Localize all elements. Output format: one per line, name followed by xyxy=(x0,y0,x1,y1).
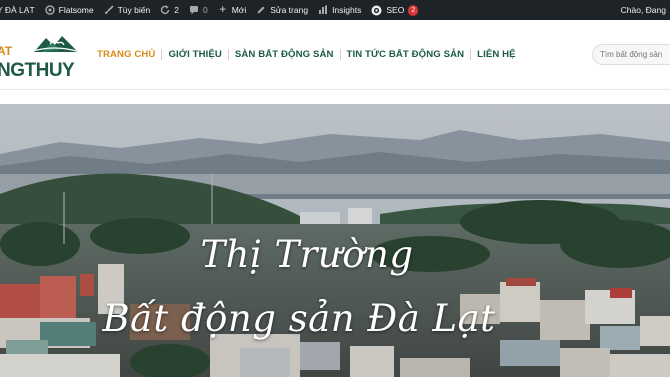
nav-real-estate-floor[interactable]: SÀN BẤT ĐỘNG SẢN xyxy=(229,49,340,60)
nav-home[interactable]: TRANG CHỦ xyxy=(97,49,161,60)
seo-menu[interactable]: SEO 2 xyxy=(366,0,423,20)
insights-menu[interactable]: Insights xyxy=(313,0,366,20)
greeting-label: Chào, Đang xyxy=(620,5,666,15)
hero-banner: Thị Trường Bất động sản Đà Lạt xyxy=(0,104,670,377)
nav-about[interactable]: GIỚI THIỆU xyxy=(162,49,227,60)
bar-chart-icon xyxy=(318,5,328,15)
refresh-icon xyxy=(160,5,170,15)
logo-text-top: AT xyxy=(0,44,13,58)
hero-heading-line1: Thị Trường xyxy=(200,233,414,276)
edit-page-menu[interactable]: Sửa trang xyxy=(251,0,313,20)
logo-text-main: NGTHUY xyxy=(0,60,75,81)
customize-label: Tùy biến xyxy=(117,5,151,15)
site-logo[interactable]: AT NGTHUY xyxy=(0,30,84,88)
seo-gear-icon xyxy=(371,5,382,16)
account-menu[interactable]: Chào, Đang xyxy=(616,0,670,20)
site-name-label: Y ĐÀ LẠT xyxy=(0,5,35,15)
seo-badge: 2 xyxy=(408,4,419,16)
comments-count: 0 xyxy=(202,5,208,15)
pencil-icon xyxy=(256,5,266,15)
main-navigation: TRANG CHỦ GIỚI THIỆU SÀN BẤT ĐỘNG SẢN TI… xyxy=(97,49,522,60)
edit-page-label: Sửa trang xyxy=(270,5,309,15)
updates-count: 2 xyxy=(174,5,179,15)
insights-label: Insights xyxy=(332,5,362,15)
comment-icon xyxy=(189,5,199,15)
theme-menu[interactable]: Flatsome xyxy=(40,0,99,20)
plus-icon: + xyxy=(219,3,226,16)
nav-contact[interactable]: LIÊN HỆ xyxy=(471,49,522,60)
updates-menu[interactable]: 2 xyxy=(155,0,184,20)
search-input[interactable] xyxy=(592,44,670,65)
hero-heading-line2: Bất động sản Đà Lạt xyxy=(102,297,496,340)
brush-icon xyxy=(104,5,114,15)
site-header: AT NGTHUY TRANG CHỦ GIỚI THIỆU SÀN BẤT Đ… xyxy=(0,20,670,90)
comments-menu[interactable]: 0 xyxy=(184,0,213,20)
paint-brush-icon xyxy=(44,5,55,15)
admin-bar: Y ĐÀ LẠT Flatsome Tùy biến 2 0 + Mới Sửa… xyxy=(0,0,670,20)
customize-menu[interactable]: Tùy biến xyxy=(99,0,156,20)
new-content-menu[interactable]: + Mới xyxy=(213,0,252,20)
new-label: Mới xyxy=(231,5,247,15)
seo-label: SEO xyxy=(386,5,405,15)
nav-real-estate-news[interactable]: TIN TỨC BẤT ĐỘNG SẢN xyxy=(341,49,471,60)
site-name-menu[interactable]: Y ĐÀ LẠT xyxy=(0,0,40,20)
theme-label: Flatsome xyxy=(58,5,94,15)
